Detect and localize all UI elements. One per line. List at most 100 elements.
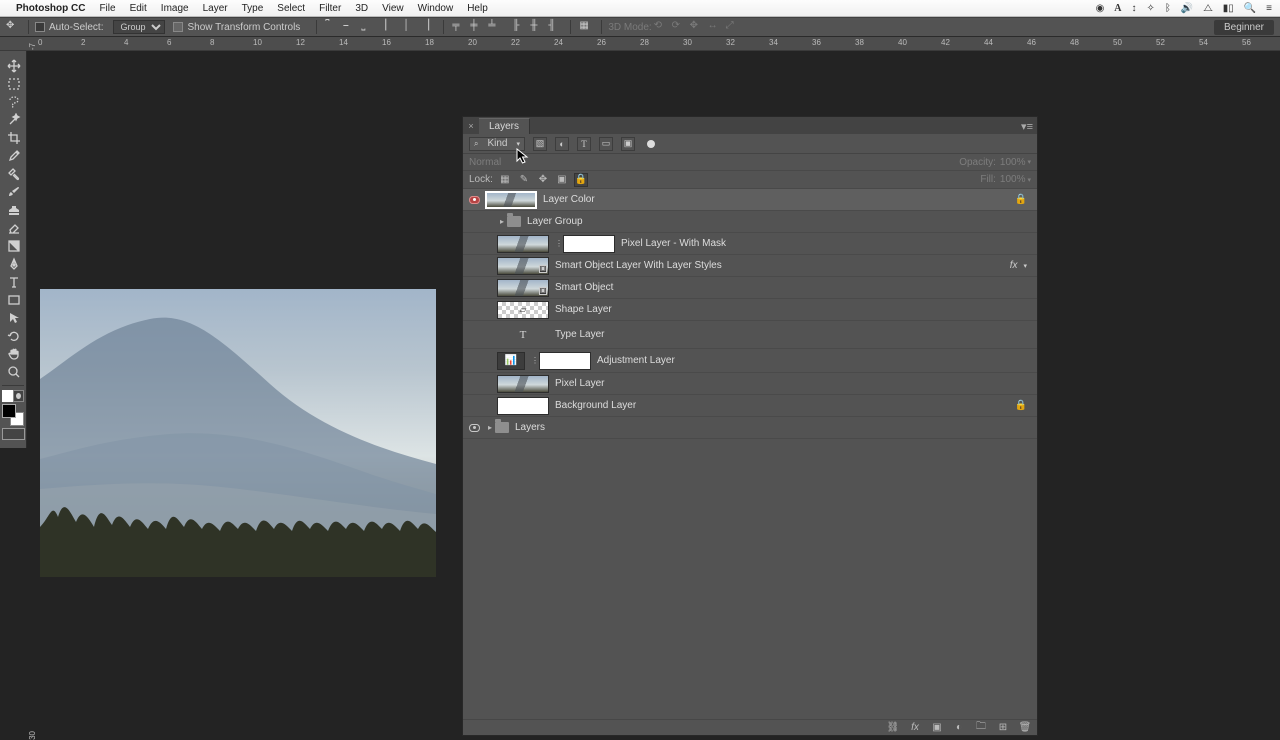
show-transform-checkbox[interactable] [173, 22, 183, 32]
menu-3d[interactable]: 3D [355, 3, 368, 14]
align-right-icon[interactable]: ▕ [421, 20, 435, 34]
mask-link-icon[interactable]: ⋮ [531, 356, 539, 365]
lock-artboard-icon[interactable]: ▣ [555, 173, 569, 187]
layer-name[interactable]: Adjustment Layer [597, 355, 675, 366]
layer-name[interactable]: Pixel Layer - With Mask [621, 238, 726, 249]
menu-layer[interactable]: Layer [203, 3, 228, 14]
fx-badge[interactable]: fx [1010, 260, 1018, 271]
layers-list[interactable]: Layer Color 🔒 ▸ Layer Group ⋮ Pixel Laye… [463, 189, 1037, 719]
layer-thumbnail[interactable] [485, 191, 537, 209]
marquee-tool[interactable] [2, 75, 25, 93]
layer-row-pixel[interactable]: Pixel Layer [463, 373, 1037, 395]
path-select-tool[interactable] [2, 309, 25, 327]
panel-tabbar[interactable]: × Layers ▾≡ [463, 117, 1037, 134]
type-thumbnail-icon[interactable]: T [497, 326, 549, 344]
layer-thumbnail[interactable]: ▱ [497, 301, 549, 319]
layer-name[interactable]: Shape Layer [555, 304, 612, 315]
lock-position-icon[interactable]: ✥ [536, 173, 550, 187]
magic-wand-tool[interactable] [2, 111, 25, 129]
delete-layer-icon[interactable]: 🗑 [1019, 722, 1031, 734]
lock-pixels-icon[interactable]: ✎ [517, 173, 531, 187]
layer-name[interactable]: Smart Object [555, 282, 613, 293]
foreground-color[interactable] [2, 404, 16, 418]
workspace-switcher[interactable]: Beginner [1214, 20, 1274, 35]
layer-row-layer-color[interactable]: Layer Color 🔒 [463, 189, 1037, 211]
layer-thumbnail[interactable]: ▣ [497, 279, 549, 297]
hand-tool[interactable] [2, 345, 25, 363]
opacity-value[interactable]: 100% [1000, 157, 1026, 168]
opacity-chevron-icon[interactable]: ▾ [1027, 158, 1031, 166]
filter-toggle[interactable] [647, 140, 655, 148]
layer-row-shape[interactable]: ▱ Shape Layer [463, 299, 1037, 321]
panel-close-icon[interactable]: × [463, 121, 479, 131]
new-group-icon[interactable]: 🗀 [975, 722, 987, 734]
menu-edit[interactable]: Edit [130, 3, 147, 14]
fill-chevron-icon[interactable]: ▾ [1027, 176, 1031, 184]
screen-mode-toggle[interactable] [2, 428, 25, 440]
healing-brush-tool[interactable] [2, 165, 25, 183]
quick-mask-toggle[interactable] [2, 390, 25, 402]
menu-type[interactable]: Type [242, 3, 264, 14]
align-bottom-icon[interactable]: ⎵ [361, 20, 375, 34]
color-swatches[interactable] [2, 404, 25, 426]
filter-adjust-icon[interactable]: ◐ [555, 137, 569, 151]
blend-mode-select[interactable]: Normal [469, 157, 569, 168]
visibility-toggle-icon[interactable] [469, 196, 480, 204]
layer-thumbnail[interactable] [497, 397, 549, 415]
adjustment-thumbnail-icon[interactable]: 📊 [497, 352, 525, 370]
menu-select[interactable]: Select [277, 3, 305, 14]
canvas-area[interactable]: × Layers ▾≡ ⌕ Kind ▾ ▧ ◐ T ▭ ▣ Normal Op… [27, 51, 1280, 720]
document-canvas[interactable] [40, 289, 436, 577]
mask-link-icon[interactable]: ⋮ [555, 239, 563, 248]
ruler-horizontal[interactable]: 0246810121416182022242628303234363840424… [0, 37, 1280, 51]
menu-help[interactable]: Help [467, 3, 488, 14]
distribute-right-icon[interactable]: ╢ [548, 20, 562, 34]
cc-status-icon[interactable]: ◉ [1096, 3, 1105, 14]
dropbox-icon[interactable]: ✧ [1147, 3, 1155, 14]
battery-icon[interactable]: ▮▯ [1223, 3, 1234, 14]
move-tool[interactable] [2, 57, 25, 75]
distribute-top-icon[interactable]: ╤ [452, 20, 466, 34]
filter-smart-icon[interactable]: ▣ [621, 137, 635, 151]
auto-select-checkbox[interactable] [35, 22, 45, 32]
add-mask-icon[interactable]: ▣ [931, 722, 943, 734]
brush-tool[interactable] [2, 183, 25, 201]
layer-row-adjustment[interactable]: 📊 ⋮ Adjustment Layer [463, 349, 1037, 373]
crop-tool[interactable] [2, 129, 25, 147]
align-hmid-icon[interactable]: │ [403, 20, 417, 34]
pen-tool[interactable] [2, 255, 25, 273]
wifi-icon[interactable]: ⧍ [1203, 3, 1212, 14]
menu-file[interactable]: File [99, 3, 115, 14]
lock-transparency-icon[interactable]: ▦ [498, 173, 512, 187]
layer-row-type[interactable]: T Type Layer [463, 321, 1037, 349]
layer-name[interactable]: Pixel Layer [555, 378, 604, 389]
lasso-tool[interactable] [2, 93, 25, 111]
mask-thumbnail[interactable] [539, 352, 591, 370]
layer-name[interactable]: Layers [515, 422, 545, 433]
align-top-icon[interactable]: ⎴ [325, 20, 339, 34]
auto-align-icon[interactable]: ▦ [579, 20, 593, 34]
menu-window[interactable]: Window [418, 3, 454, 14]
volume-icon[interactable]: 🔊 [1181, 3, 1193, 14]
layer-thumbnail[interactable]: ▣ [497, 257, 549, 275]
menu-view[interactable]: View [382, 3, 404, 14]
layers-tab[interactable]: Layers [479, 118, 530, 134]
eyedropper-tool[interactable] [2, 147, 25, 165]
app-name[interactable]: Photoshop CC [16, 3, 85, 14]
filter-type-icon[interactable]: T [577, 137, 591, 151]
layer-row-background[interactable]: Background Layer 🔒 [463, 395, 1037, 417]
eraser-tool[interactable] [2, 219, 25, 237]
filter-kind-select[interactable]: ⌕ Kind ▾ [469, 137, 525, 151]
layer-thumbnail[interactable] [497, 375, 549, 393]
clone-stamp-tool[interactable] [2, 201, 25, 219]
new-adjustment-icon[interactable]: ◐ [953, 722, 965, 734]
zoom-tool[interactable] [2, 363, 25, 381]
panel-flyout-icon[interactable]: ▾≡ [1021, 120, 1033, 133]
auto-select-mode-select[interactable]: Group [113, 20, 165, 34]
layer-thumbnail[interactable] [497, 235, 549, 253]
mask-thumbnail[interactable] [563, 235, 615, 253]
filter-shape-icon[interactable]: ▭ [599, 137, 613, 151]
distribute-vmid-icon[interactable]: ╪ [470, 20, 484, 34]
layer-style-icon[interactable]: fx [909, 722, 921, 734]
layer-row-layers-group[interactable]: ▸ Layers [463, 417, 1037, 439]
